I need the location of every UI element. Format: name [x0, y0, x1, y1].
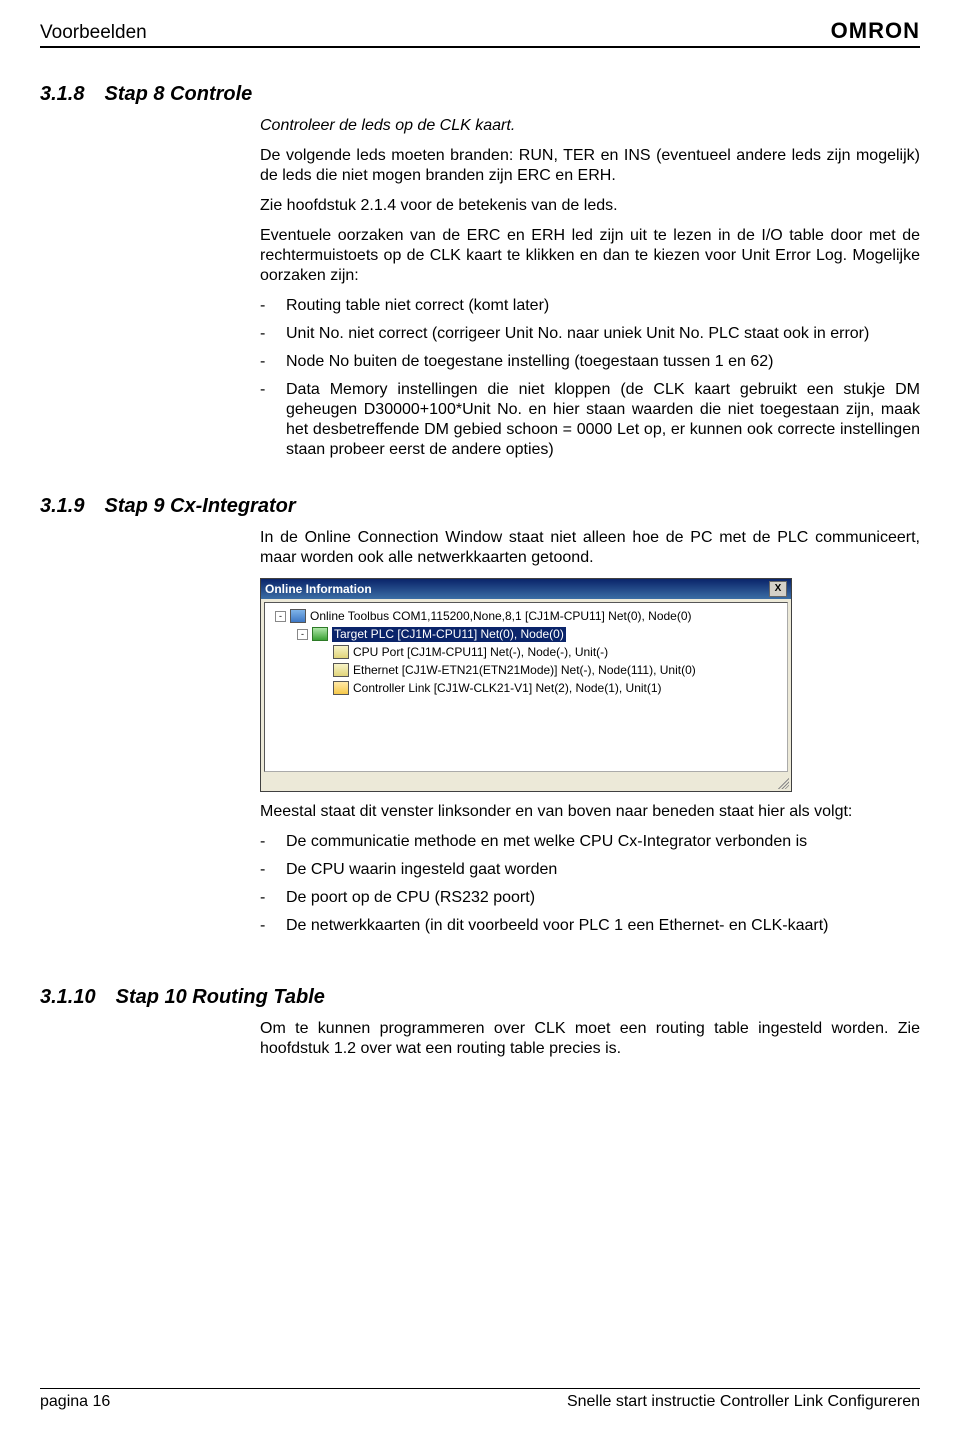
dash-icon: -: [260, 860, 286, 880]
tree-node[interactable]: - Online Toolbus COM1,115200,None,8,1 [CJ…: [267, 607, 785, 625]
list-item: -De poort op de CPU (RS232 poort): [260, 888, 920, 908]
collapse-icon[interactable]: -: [275, 611, 286, 622]
cpu-icon: [290, 609, 306, 623]
section-3110-body: Om te kunnen programmeren over CLK moet …: [260, 1019, 920, 1059]
header-section-name: Voorbeelden: [40, 22, 147, 44]
list-item: -De communicatie methode en met welke CP…: [260, 832, 920, 852]
section-318-body: Controleer de leds op de CLK kaart. De v…: [260, 116, 920, 460]
heading-title: Stap 8 Controle: [104, 83, 920, 106]
brand-logo: OMRON: [831, 18, 920, 44]
list-item: -Data Memory instellingen die niet klopp…: [260, 380, 920, 460]
paragraph: Meestal staat dit venster linksonder en …: [260, 802, 920, 822]
list-item: -De CPU waarin ingesteld gaat worden: [260, 860, 920, 880]
eth-icon: [333, 663, 349, 677]
list-item-text: De communicatie methode en met welke CPU…: [286, 832, 920, 852]
list-item-text: Routing table niet correct (komt later): [286, 296, 920, 316]
list-item: -Node No buiten de toegestane instelling…: [260, 352, 920, 372]
dash-icon: -: [260, 324, 286, 344]
plc-icon: [312, 627, 328, 641]
list-item-text: Data Memory instellingen die niet kloppe…: [286, 380, 920, 460]
list-item: -Unit No. niet correct (corrigeer Unit N…: [260, 324, 920, 344]
clk-icon: [333, 681, 349, 695]
list-item-text: Unit No. niet correct (corrigeer Unit No…: [286, 324, 920, 344]
tree-node-label[interactable]: Target PLC [CJ1M-CPU11] Net(0), Node(0): [332, 627, 566, 642]
page-header: Voorbeelden OMRON: [40, 18, 920, 48]
collapse-icon[interactable]: -: [297, 629, 308, 640]
dash-icon: -: [260, 832, 286, 852]
list-item-text: Node No buiten de toegestane instelling …: [286, 352, 920, 372]
list-item-text: De netwerkkaarten (in dit voorbeeld voor…: [286, 916, 920, 936]
tree-node-label[interactable]: Ethernet [CJ1W-ETN21(ETN21Mode)] Net(-),…: [353, 663, 696, 678]
window-body: -Online Toolbus COM1,115200,None,8,1 [CJ…: [264, 602, 788, 772]
dash-icon: -: [260, 296, 286, 316]
paragraph: Eventuele oorzaken van de ERC en ERH led…: [260, 226, 920, 286]
tree-node[interactable]: Controller Link [CJ1W-CLK21-V1] Net(2), …: [267, 679, 785, 697]
paragraph: Om te kunnen programmeren over CLK moet …: [260, 1019, 920, 1059]
tree-node[interactable]: Ethernet [CJ1W-ETN21(ETN21Mode)] Net(-),…: [267, 661, 785, 679]
window-titlebar[interactable]: Online Information X: [261, 579, 791, 599]
window-resize-area: [261, 775, 791, 791]
paragraph: De volgende leds moeten branden: RUN, TE…: [260, 146, 920, 186]
bullet-list-319: -De communicatie methode en met welke CP…: [260, 832, 920, 936]
heading-title: Stap 10 Routing Table: [116, 986, 920, 1009]
heading-number: 3.1.9: [40, 495, 84, 518]
footer-doc-title: Snelle start instructie Controller Link …: [567, 1393, 920, 1411]
heading-3110: 3.1.10 Stap 10 Routing Table: [40, 986, 920, 1009]
list-item: -Routing table niet correct (komt later): [260, 296, 920, 316]
resize-grip-icon[interactable]: [775, 775, 789, 789]
heading-number: 3.1.8: [40, 83, 84, 106]
list-item: -De netwerkkaarten (in dit voorbeeld voo…: [260, 916, 920, 936]
tree-node[interactable]: - Target PLC [CJ1M-CPU11] Net(0), Node(0): [267, 625, 785, 643]
tree-node-label[interactable]: Controller Link [CJ1W-CLK21-V1] Net(2), …: [353, 681, 662, 696]
paragraph: In de Online Connection Window staat nie…: [260, 528, 920, 568]
close-icon[interactable]: X: [769, 581, 787, 597]
section-319-body: In de Online Connection Window staat nie…: [260, 528, 920, 936]
heading-318: 3.1.8 Stap 8 Controle: [40, 83, 920, 106]
bullet-list-318: -Routing table niet correct (komt later)…: [260, 296, 920, 460]
tree-node[interactable]: CPU Port [CJ1M-CPU11] Net(-), Node(-), U…: [267, 643, 785, 661]
dash-icon: -: [260, 888, 286, 908]
tree-node-label[interactable]: Online Toolbus COM1,115200,None,8,1 [CJ1…: [310, 609, 692, 624]
footer-page-number: pagina 16: [40, 1393, 110, 1411]
dash-icon: -: [260, 352, 286, 372]
heading-title: Stap 9 Cx-Integrator: [104, 495, 920, 518]
dash-icon: -: [260, 916, 286, 936]
list-item-text: De poort op de CPU (RS232 poort): [286, 888, 920, 908]
page-footer: pagina 16 Snelle start instructie Contro…: [40, 1388, 920, 1411]
online-information-window: Online Information X -Online Toolbus COM…: [260, 578, 792, 792]
list-item-text: De CPU waarin ingesteld gaat worden: [286, 860, 920, 880]
intro-text: Controleer de leds op de CLK kaart.: [260, 116, 920, 136]
tree-node-label[interactable]: CPU Port [CJ1M-CPU11] Net(-), Node(-), U…: [353, 645, 608, 660]
port-icon: [333, 645, 349, 659]
heading-number: 3.1.10: [40, 986, 96, 1009]
dash-icon: -: [260, 380, 286, 460]
paragraph: Zie hoofdstuk 2.1.4 voor de betekenis va…: [260, 196, 920, 216]
heading-319: 3.1.9 Stap 9 Cx-Integrator: [40, 495, 920, 518]
window-title: Online Information: [265, 582, 372, 597]
page: Voorbeelden OMRON 3.1.8 Stap 8 Controle …: [0, 0, 960, 1435]
